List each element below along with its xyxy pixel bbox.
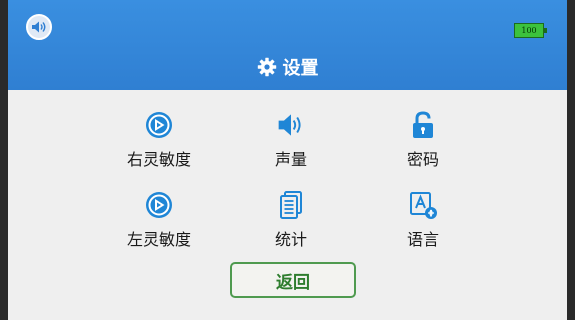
page-title: 设置 bbox=[8, 52, 567, 82]
battery-indicator: 100 bbox=[514, 23, 547, 38]
menu-item-label: 统计 bbox=[274, 230, 307, 249]
lock-icon bbox=[413, 111, 433, 138]
sound-button[interactable] bbox=[26, 14, 52, 40]
menu-item-label: 声量 bbox=[274, 150, 307, 169]
menu-item-label: 密码 bbox=[406, 150, 439, 169]
header-bar: 100 设置 bbox=[8, 0, 567, 90]
menu-item-left-sensitivity[interactable]: 左灵敏度 bbox=[109, 190, 209, 256]
menu-item-right-sensitivity[interactable]: 右灵敏度 bbox=[109, 110, 209, 176]
gear-icon bbox=[257, 57, 276, 77]
menu-item-statistics[interactable]: 统计 bbox=[241, 190, 341, 256]
settings-screen: 100 设置 右灵敏度 声量 密码 左灵敏度 统计 语言 返回 bbox=[8, 0, 567, 320]
sensitivity-icon bbox=[146, 112, 172, 138]
menu-item-language[interactable]: 语言 bbox=[373, 190, 473, 256]
page-title-text: 设置 bbox=[282, 58, 319, 79]
menu-item-label: 右灵敏度 bbox=[126, 150, 191, 169]
battery-level: 100 bbox=[521, 26, 537, 35]
menu-item-label: 左灵敏度 bbox=[126, 230, 191, 249]
sensitivity-icon bbox=[146, 192, 172, 218]
menu-item-label: 语言 bbox=[406, 230, 439, 249]
documents-icon bbox=[280, 191, 302, 219]
menu-item-password[interactable]: 密码 bbox=[373, 110, 473, 176]
back-button[interactable]: 返回 bbox=[230, 262, 356, 298]
speaker-icon bbox=[32, 21, 46, 33]
volume-icon bbox=[278, 114, 301, 136]
language-icon bbox=[410, 192, 437, 219]
menu-item-volume[interactable]: 声量 bbox=[241, 110, 341, 176]
